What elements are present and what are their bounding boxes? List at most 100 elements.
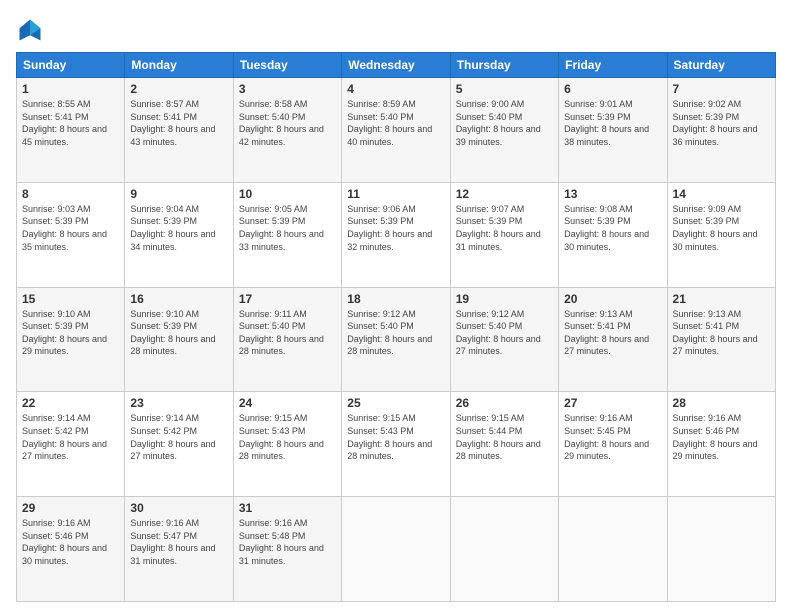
- day-info: Sunrise: 9:12 AMSunset: 5:40 PMDaylight:…: [456, 308, 553, 358]
- day-info: Sunrise: 9:16 AMSunset: 5:45 PMDaylight:…: [564, 412, 661, 462]
- header-row: SundayMondayTuesdayWednesdayThursdayFrid…: [17, 53, 776, 78]
- day-info: Sunrise: 9:16 AMSunset: 5:46 PMDaylight:…: [22, 517, 119, 567]
- day-cell: 2 Sunrise: 8:57 AMSunset: 5:41 PMDaylight…: [125, 78, 233, 183]
- week-row-2: 8 Sunrise: 9:03 AMSunset: 5:39 PMDaylight…: [17, 182, 776, 287]
- day-cell: 18 Sunrise: 9:12 AMSunset: 5:40 PMDayligh…: [342, 287, 450, 392]
- week-row-1: 1Sunrise: 8:55 AMSunset: 5:41 PMDaylight…: [17, 78, 776, 183]
- day-cell: 25Sunrise: 9:15 AMSunset: 5:43 PMDayligh…: [342, 392, 450, 497]
- day-cell: 22 Sunrise: 9:14 AMSunset: 5:42 PMDayligh…: [17, 392, 125, 497]
- day-cell: [667, 497, 775, 602]
- day-number: 15: [22, 292, 119, 306]
- day-cell: 24 Sunrise: 9:15 AMSunset: 5:43 PMDayligh…: [233, 392, 341, 497]
- day-info: Sunrise: 9:12 AMSunset: 5:40 PMDaylight:…: [347, 308, 444, 358]
- page: SundayMondayTuesdayWednesdayThursdayFrid…: [0, 0, 792, 612]
- day-number: 6: [564, 82, 661, 96]
- day-info: Sunrise: 9:04 AMSunset: 5:39 PMDaylight:…: [130, 203, 227, 253]
- day-cell: 31 Sunrise: 9:16 AMSunset: 5:48 PMDayligh…: [233, 497, 341, 602]
- day-info: Sunrise: 9:02 AMSunset: 5:39 PMDaylight:…: [673, 98, 770, 148]
- day-info: Sunrise: 9:15 AMSunset: 5:43 PMDaylight:…: [239, 412, 336, 462]
- day-cell: 20 Sunrise: 9:13 AMSunset: 5:41 PMDayligh…: [559, 287, 667, 392]
- day-info: Sunrise: 9:16 AMSunset: 5:47 PMDaylight:…: [130, 517, 227, 567]
- day-number: 11: [347, 187, 444, 201]
- day-number: 24: [239, 396, 336, 410]
- logo: [16, 16, 48, 44]
- day-number: 9: [130, 187, 227, 201]
- day-cell: 26 Sunrise: 9:15 AMSunset: 5:44 PMDayligh…: [450, 392, 558, 497]
- calendar-header: SundayMondayTuesdayWednesdayThursdayFrid…: [17, 53, 776, 78]
- day-info: Sunrise: 9:15 AMSunset: 5:44 PMDaylight:…: [456, 412, 553, 462]
- day-info: Sunrise: 9:11 AMSunset: 5:40 PMDaylight:…: [239, 308, 336, 358]
- day-cell: 28Sunrise: 9:16 AMSunset: 5:46 PMDayligh…: [667, 392, 775, 497]
- day-info: Sunrise: 9:14 AMSunset: 5:42 PMDaylight:…: [22, 412, 119, 462]
- day-number: 10: [239, 187, 336, 201]
- day-number: 18: [347, 292, 444, 306]
- day-cell: 30Sunrise: 9:16 AMSunset: 5:47 PMDayligh…: [125, 497, 233, 602]
- day-info: Sunrise: 8:55 AMSunset: 5:41 PMDaylight:…: [22, 98, 119, 148]
- day-info: Sunrise: 9:03 AMSunset: 5:39 PMDaylight:…: [22, 203, 119, 253]
- day-cell: 3 Sunrise: 8:58 AMSunset: 5:40 PMDaylight…: [233, 78, 341, 183]
- day-number: 2: [130, 82, 227, 96]
- week-row-5: 29 Sunrise: 9:16 AMSunset: 5:46 PMDayligh…: [17, 497, 776, 602]
- day-info: Sunrise: 9:15 AMSunset: 5:43 PMDaylight:…: [347, 412, 444, 462]
- day-info: Sunrise: 8:58 AMSunset: 5:40 PMDaylight:…: [239, 98, 336, 148]
- day-info: Sunrise: 9:05 AMSunset: 5:39 PMDaylight:…: [239, 203, 336, 253]
- day-cell: 29 Sunrise: 9:16 AMSunset: 5:46 PMDayligh…: [17, 497, 125, 602]
- day-header-tuesday: Tuesday: [233, 53, 341, 78]
- day-cell: 13Sunrise: 9:08 AMSunset: 5:39 PMDayligh…: [559, 182, 667, 287]
- day-cell: 9 Sunrise: 9:04 AMSunset: 5:39 PMDaylight…: [125, 182, 233, 287]
- day-number: 20: [564, 292, 661, 306]
- day-info: Sunrise: 9:10 AMSunset: 5:39 PMDaylight:…: [130, 308, 227, 358]
- day-cell: 23 Sunrise: 9:14 AMSunset: 5:42 PMDayligh…: [125, 392, 233, 497]
- day-number: 26: [456, 396, 553, 410]
- day-header-wednesday: Wednesday: [342, 53, 450, 78]
- day-number: 8: [22, 187, 119, 201]
- day-number: 5: [456, 82, 553, 96]
- day-info: Sunrise: 9:14 AMSunset: 5:42 PMDaylight:…: [130, 412, 227, 462]
- day-number: 27: [564, 396, 661, 410]
- day-number: 16: [130, 292, 227, 306]
- header: [16, 16, 776, 44]
- day-header-thursday: Thursday: [450, 53, 558, 78]
- day-info: Sunrise: 9:16 AMSunset: 5:48 PMDaylight:…: [239, 517, 336, 567]
- day-cell: 12 Sunrise: 9:07 AMSunset: 5:39 PMDayligh…: [450, 182, 558, 287]
- day-number: 4: [347, 82, 444, 96]
- day-number: 23: [130, 396, 227, 410]
- day-cell: [342, 497, 450, 602]
- day-cell: 27 Sunrise: 9:16 AMSunset: 5:45 PMDayligh…: [559, 392, 667, 497]
- week-row-4: 22 Sunrise: 9:14 AMSunset: 5:42 PMDayligh…: [17, 392, 776, 497]
- day-number: 29: [22, 501, 119, 515]
- day-cell: 5Sunrise: 9:00 AMSunset: 5:40 PMDaylight…: [450, 78, 558, 183]
- day-info: Sunrise: 9:13 AMSunset: 5:41 PMDaylight:…: [564, 308, 661, 358]
- day-number: 3: [239, 82, 336, 96]
- day-cell: 17 Sunrise: 9:11 AMSunset: 5:40 PMDayligh…: [233, 287, 341, 392]
- day-number: 14: [673, 187, 770, 201]
- day-info: Sunrise: 9:06 AMSunset: 5:39 PMDaylight:…: [347, 203, 444, 253]
- logo-icon: [16, 16, 44, 44]
- day-number: 17: [239, 292, 336, 306]
- day-cell: 10 Sunrise: 9:05 AMSunset: 5:39 PMDayligh…: [233, 182, 341, 287]
- day-info: Sunrise: 8:57 AMSunset: 5:41 PMDaylight:…: [130, 98, 227, 148]
- week-row-3: 15 Sunrise: 9:10 AMSunset: 5:39 PMDayligh…: [17, 287, 776, 392]
- day-info: Sunrise: 9:01 AMSunset: 5:39 PMDaylight:…: [564, 98, 661, 148]
- day-number: 22: [22, 396, 119, 410]
- day-cell: 15 Sunrise: 9:10 AMSunset: 5:39 PMDayligh…: [17, 287, 125, 392]
- day-cell: 21Sunrise: 9:13 AMSunset: 5:41 PMDayligh…: [667, 287, 775, 392]
- day-info: Sunrise: 9:10 AMSunset: 5:39 PMDaylight:…: [22, 308, 119, 358]
- day-info: Sunrise: 9:07 AMSunset: 5:39 PMDaylight:…: [456, 203, 553, 253]
- day-number: 21: [673, 292, 770, 306]
- day-cell: 11 Sunrise: 9:06 AMSunset: 5:39 PMDayligh…: [342, 182, 450, 287]
- calendar-body: 1Sunrise: 8:55 AMSunset: 5:41 PMDaylight…: [17, 78, 776, 602]
- day-cell: 1Sunrise: 8:55 AMSunset: 5:41 PMDaylight…: [17, 78, 125, 183]
- day-cell: [450, 497, 558, 602]
- day-number: 7: [673, 82, 770, 96]
- day-cell: 14Sunrise: 9:09 AMSunset: 5:39 PMDayligh…: [667, 182, 775, 287]
- day-cell: 4 Sunrise: 8:59 AMSunset: 5:40 PMDaylight…: [342, 78, 450, 183]
- day-header-sunday: Sunday: [17, 53, 125, 78]
- day-header-saturday: Saturday: [667, 53, 775, 78]
- day-number: 12: [456, 187, 553, 201]
- day-number: 31: [239, 501, 336, 515]
- day-number: 19: [456, 292, 553, 306]
- day-info: Sunrise: 8:59 AMSunset: 5:40 PMDaylight:…: [347, 98, 444, 148]
- day-number: 13: [564, 187, 661, 201]
- day-number: 28: [673, 396, 770, 410]
